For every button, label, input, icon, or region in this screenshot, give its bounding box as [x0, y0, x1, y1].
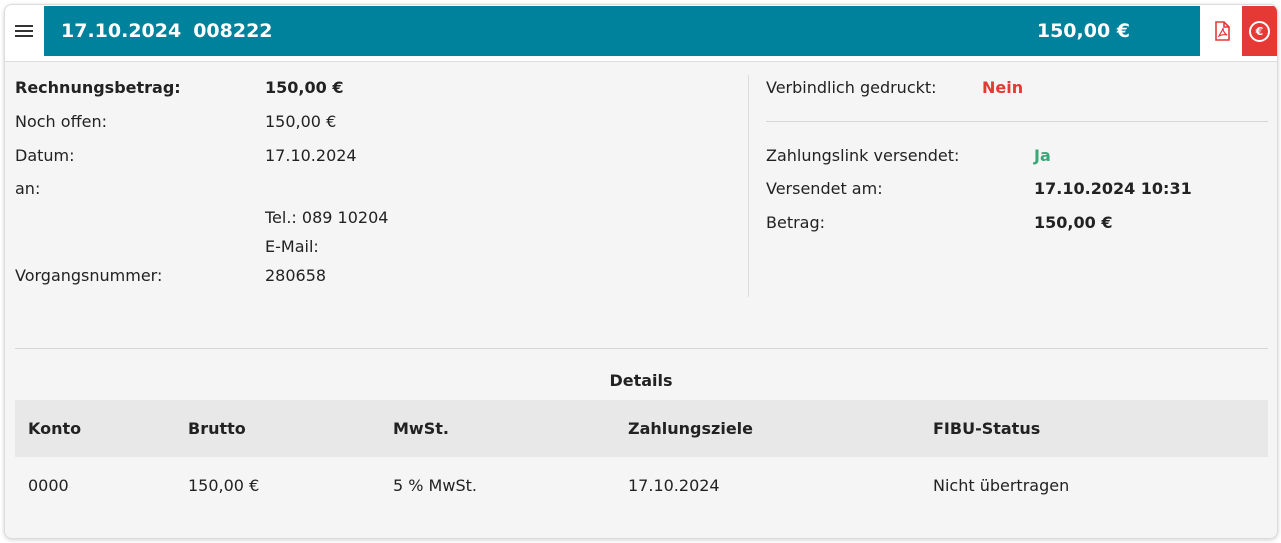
column-header-vat: MwSt.	[393, 419, 449, 438]
column-header-gross: Brutto	[188, 419, 246, 438]
label-amount: Betrag:	[766, 213, 826, 232]
cell-vat: 5 % MwSt.	[393, 476, 477, 495]
label-transaction-number: Vorgangsnummer:	[15, 266, 163, 285]
top-bar: 17.10.2024 008222 150,00 € €	[5, 5, 1277, 62]
header-date: 17.10.2024	[61, 20, 182, 42]
column-divider	[748, 75, 749, 297]
invoice-header[interactable]: 17.10.2024 008222 150,00 €	[44, 6, 1200, 56]
header-number: 008222	[193, 20, 273, 42]
section-divider	[15, 348, 1268, 349]
value-phone: Tel.: 089 10204	[265, 208, 389, 227]
column-header-payment-terms: Zahlungsziele	[628, 419, 754, 438]
cell-gross: 150,00 €	[188, 476, 260, 495]
label-payment-link: Zahlungslink versendet:	[766, 146, 960, 165]
euro-icon: €	[1249, 20, 1270, 42]
label-invoice-amount: Rechnungsbetrag:	[15, 78, 181, 97]
invoice-card: 17.10.2024 008222 150,00 € € Rechnungsbet…	[4, 4, 1278, 539]
value-email: E-Mail:	[265, 237, 319, 256]
value-transaction-number: 280658	[265, 266, 327, 285]
label-recipient: an:	[15, 179, 41, 198]
payment-button[interactable]: €	[1242, 6, 1277, 56]
pdf-icon	[1214, 21, 1230, 41]
details-table-header: Konto Brutto MwSt. Zahlungsziele FIBU-St…	[15, 400, 1268, 457]
header-amount: 150,00 €	[1036, 20, 1130, 42]
value-date: 17.10.2024	[265, 146, 357, 165]
label-date: Datum:	[15, 146, 75, 165]
cell-account: 0000	[28, 476, 69, 495]
right-divider	[766, 121, 1268, 122]
table-row: 0000 150,00 € 5 % MwSt. 17.10.2024 Nicht…	[15, 457, 1268, 517]
value-printed: Nein	[982, 78, 1024, 97]
column-header-account: Konto	[28, 419, 82, 438]
header-title: 17.10.2024 008222	[61, 6, 273, 56]
value-sent-at: 17.10.2024 10:31	[1034, 179, 1192, 198]
label-printed: Verbindlich gedruckt:	[766, 78, 937, 97]
value-open-amount: 150,00 €	[265, 112, 337, 131]
column-header-fibu-status: FIBU-Status	[933, 419, 1041, 438]
cell-fibu-status: Nicht übertragen	[933, 476, 1070, 495]
value-payment-link: Ja	[1034, 146, 1051, 165]
details-title: Details	[609, 371, 673, 390]
label-open-amount: Noch offen:	[15, 112, 107, 131]
label-sent-at: Versendet am:	[766, 179, 883, 198]
value-amount: 150,00 €	[1034, 213, 1113, 232]
menu-button[interactable]	[5, 5, 43, 57]
cell-payment-terms: 17.10.2024	[628, 476, 720, 495]
pdf-button[interactable]	[1201, 6, 1242, 56]
value-invoice-amount: 150,00 €	[265, 78, 344, 97]
menu-icon	[15, 25, 33, 37]
